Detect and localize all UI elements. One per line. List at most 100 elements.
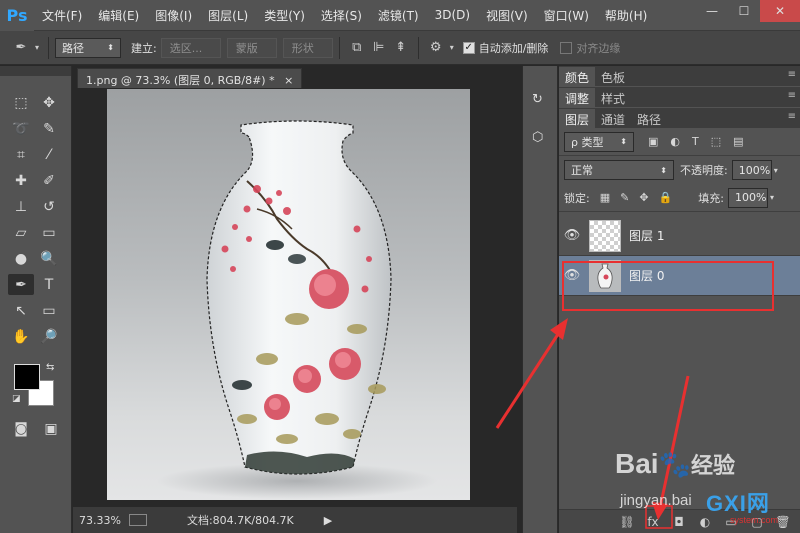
menu-edit[interactable]: 编辑(E) [90, 7, 147, 24]
document-tab[interactable]: 1.png @ 73.3% (图层 0, RGB/8#) * × [77, 68, 303, 88]
type-tool-icon[interactable]: T [36, 274, 62, 295]
align-edges-checkbox[interactable] [560, 41, 573, 54]
history-panel-icon[interactable]: ↻ [532, 92, 550, 110]
filter-type-icon[interactable]: T [692, 135, 699, 148]
menu-help[interactable]: 帮助(H) [597, 7, 655, 24]
stepper-icon: ⬍ [660, 165, 667, 175]
healing-brush-tool-icon[interactable]: ✚ [8, 170, 34, 191]
quick-mask-icon[interactable]: ◙ [8, 418, 34, 439]
filter-pixel-icon[interactable]: ▣ [648, 135, 658, 148]
swap-colors-icon[interactable]: ⇆ [46, 362, 54, 373]
rectangle-tool-icon[interactable]: ▭ [36, 300, 62, 321]
auto-add-delete-checkbox[interactable]: ✓ [462, 41, 475, 54]
tab-color[interactable]: 颜色 [559, 67, 596, 86]
zoom-tool-icon[interactable]: 🔎 [36, 326, 62, 347]
marquee-tool-icon[interactable]: ⬚ [8, 92, 34, 113]
zoom-level[interactable]: 73.33% [79, 514, 121, 527]
opacity-input[interactable]: 100% [731, 160, 772, 180]
layer-filter-select[interactable]: ρ 类型 ⬍ [564, 131, 634, 152]
eyedropper-tool-icon[interactable]: ⁄ [36, 144, 62, 165]
color-swatches[interactable]: ⇆ ◪ [12, 362, 58, 408]
status-info-icon[interactable] [128, 514, 147, 526]
gradient-tool-icon[interactable]: ▭ [36, 222, 62, 243]
lock-transparent-icon[interactable]: ▦ [600, 191, 610, 204]
menu-window[interactable]: 窗口(W) [536, 7, 597, 24]
tool-mode-select[interactable]: 路径 ⬍ [55, 37, 121, 58]
fill-input[interactable]: 100% [727, 187, 768, 208]
hand-tool-icon[interactable]: ✋ [8, 326, 34, 347]
close-button[interactable]: ✕ [760, 0, 800, 22]
lock-label: 锁定: [564, 191, 590, 205]
make-mask-button[interactable]: 蒙版 [226, 37, 277, 58]
canvas[interactable] [107, 89, 470, 500]
gear-icon[interactable]: ⚙ [425, 37, 447, 59]
history-brush-tool-icon[interactable]: ↺ [36, 196, 62, 217]
maximize-button[interactable]: ☐ [728, 0, 760, 22]
make-selection-button[interactable]: 选区... [160, 37, 221, 58]
menu-file[interactable]: 文件(F) [34, 7, 90, 24]
menu-view[interactable]: 视图(V) [478, 7, 536, 24]
panel-menu-icon[interactable]: ≡ [788, 111, 796, 122]
quick-selection-tool-icon[interactable]: ✎ [36, 118, 62, 139]
foreground-color-swatch[interactable] [14, 364, 40, 390]
path-alignment-icon[interactable]: ⊫ [368, 37, 390, 59]
gxi-logo-text: GXI网 [706, 491, 770, 516]
jingyan-text: 经验 [690, 453, 735, 478]
path-selection-tool-icon[interactable]: ↖ [8, 300, 34, 321]
pen-tool-icon[interactable]: ✒ [8, 274, 34, 295]
fill-dropdown-icon[interactable]: ▾ [770, 193, 774, 202]
tool-mode-value: 路径 [62, 41, 84, 55]
lock-image-icon[interactable]: ✎ [620, 191, 629, 204]
close-tab-icon[interactable]: × [284, 74, 293, 87]
pen-tool-preset-icon[interactable]: ✒ [10, 37, 32, 59]
layer-row-selected[interactable]: 👁 图层 0 [559, 256, 800, 296]
crop-tool-icon[interactable]: ⌗ [8, 144, 34, 165]
make-shape-button[interactable]: 形状 [282, 37, 333, 58]
lock-position-icon[interactable]: ✥ [639, 191, 648, 204]
menu-3d[interactable]: 3D(D) [427, 8, 478, 22]
baidu-text: Bai [615, 448, 659, 479]
menu-type[interactable]: 类型(Y) [256, 7, 313, 24]
lasso-tool-icon[interactable]: ➰ [8, 118, 34, 139]
tab-paths[interactable]: 路径 [631, 109, 667, 128]
status-menu-arrow-icon[interactable]: ▶ [324, 514, 332, 527]
move-tool-icon[interactable]: ✥ [36, 92, 62, 113]
menu-filter[interactable]: 滤镜(T) [370, 7, 427, 24]
path-arrangement-icon[interactable]: ⇞ [390, 37, 412, 59]
add-mask-icon[interactable]: ◘ [666, 515, 692, 529]
layer-style-fx-icon[interactable]: fx [640, 515, 666, 529]
tab-styles[interactable]: 样式 [595, 88, 631, 107]
menu-image[interactable]: 图像(I) [147, 7, 200, 24]
tab-swatches[interactable]: 色板 [595, 67, 631, 86]
layer-row[interactable]: 👁 图层 1 [559, 216, 800, 256]
visibility-eye-icon[interactable]: 👁 [559, 228, 585, 243]
tab-channels[interactable]: 通道 [595, 109, 631, 128]
3d-panel-icon[interactable]: ⬡ [532, 130, 550, 148]
chevron-down-icon[interactable]: ▾ [32, 37, 42, 59]
menu-select[interactable]: 选择(S) [313, 7, 370, 24]
visibility-eye-icon[interactable]: 👁 [559, 268, 585, 283]
path-operations-icon[interactable]: ⧉ [346, 37, 368, 59]
tab-layers[interactable]: 图层 [559, 109, 596, 128]
link-layers-icon[interactable]: ⛓ [614, 515, 640, 529]
screen-mode-icon[interactable]: ▣ [38, 418, 64, 439]
eraser-tool-icon[interactable]: ▱ [8, 222, 34, 243]
filter-smart-object-icon[interactable]: ▤ [733, 135, 743, 148]
brush-tool-icon[interactable]: ✐ [36, 170, 62, 191]
tab-adjustments[interactable]: 调整 [559, 88, 596, 107]
chevron-down-icon[interactable]: ▾ [447, 37, 457, 59]
blend-mode-select[interactable]: 正常 ⬍ [564, 160, 674, 180]
filter-adjustment-icon[interactable]: ◐ [670, 135, 680, 148]
minimize-button[interactable]: — [696, 0, 728, 22]
filter-shape-icon[interactable]: ⬚ [711, 135, 721, 148]
default-colors-icon[interactable]: ◪ [12, 394, 21, 404]
dodge-tool-icon[interactable]: 🔍 [36, 248, 62, 269]
clone-stamp-tool-icon[interactable]: ⊥ [8, 196, 34, 217]
panel-menu-icon[interactable]: ≡ [788, 90, 796, 101]
opacity-dropdown-icon[interactable]: ▾ [774, 166, 778, 175]
layer-filter-row: ρ 类型 ⬍ ▣ ◐ T ⬚ ▤ [559, 128, 800, 156]
lock-all-icon[interactable]: 🔒 [659, 191, 673, 204]
menu-layer[interactable]: 图层(L) [200, 7, 256, 24]
panel-menu-icon[interactable]: ≡ [788, 69, 796, 80]
blur-tool-icon[interactable]: ● [8, 248, 34, 269]
